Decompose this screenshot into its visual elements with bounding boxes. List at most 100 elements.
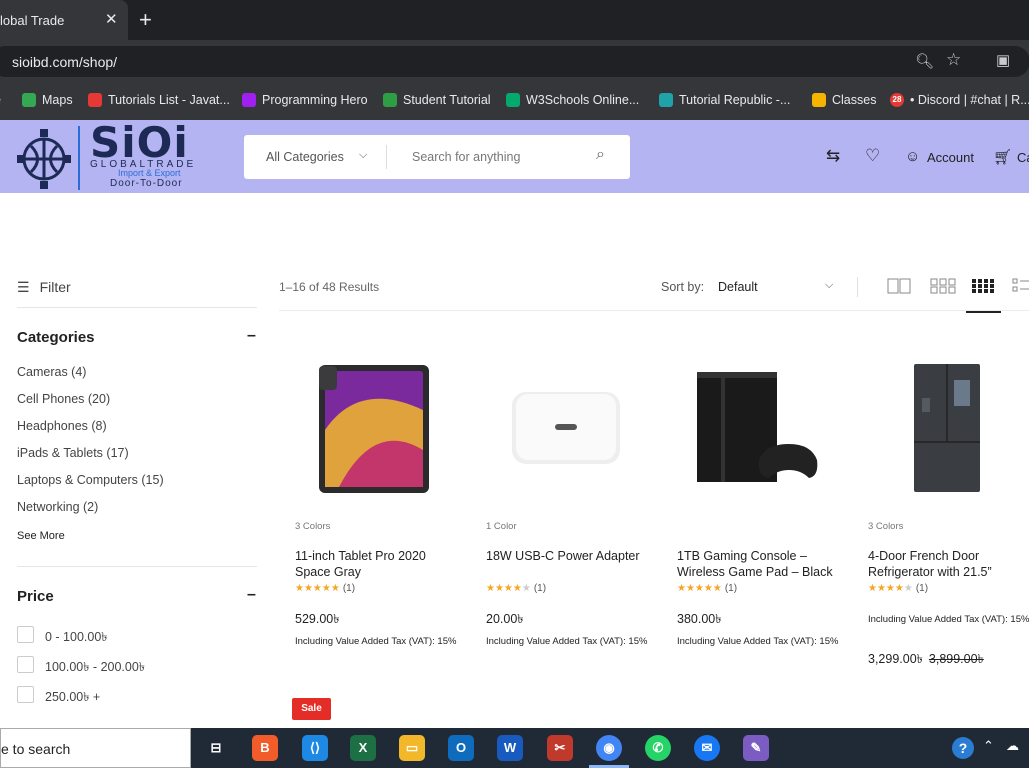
grid-4-columns-icon[interactable] (972, 277, 994, 295)
see-more-link[interactable]: See More (17, 530, 65, 542)
bookmark-discord[interactable]: 28 • Discord | #chat | R... (890, 93, 1029, 107)
product-name[interactable]: 18W USB-C Power Adapter (486, 548, 651, 564)
bookmark-maps[interactable]: Maps (22, 93, 73, 107)
classroom-icon (812, 93, 826, 107)
categories-heading[interactable]: Categories (17, 329, 95, 346)
compare-icon[interactable]: ⇆ (826, 146, 840, 166)
chevron-down-icon[interactable]: ⌵ (825, 279, 833, 292)
rating-stars: ★★★★★ (1) (486, 583, 546, 594)
bookmark-programming-hero[interactable]: Programming Hero (242, 93, 368, 107)
category-select[interactable]: All Categories (266, 150, 344, 164)
help-icon[interactable]: ? (952, 737, 974, 759)
word-icon[interactable]: W (497, 735, 523, 761)
category-item[interactable]: Networking (2) (17, 500, 98, 514)
price-range-label[interactable]: 100.00৳ - 200.00৳ (45, 659, 145, 679)
file-explorer-icon[interactable]: ▭ (399, 735, 425, 761)
sort-label: Sort by: (661, 280, 705, 294)
outlook-icon[interactable]: O (448, 735, 474, 761)
category-item[interactable]: Laptops & Computers (15) (17, 473, 164, 487)
filter-toggle[interactable]: ☰ Filter (17, 279, 71, 296)
product-colors: 3 Colors (295, 521, 331, 532)
collapse-price-icon[interactable]: – (247, 586, 256, 604)
divider (857, 277, 858, 297)
bookmark-label: W3Schools Online... (526, 93, 640, 107)
student-tutorial-icon (383, 93, 397, 107)
camera-icon[interactable]: ▣ (996, 51, 1010, 69)
bookmark-bookmark[interactable]: e (0, 93, 1, 107)
product-image-gaming-console[interactable] (661, 340, 841, 510)
category-item[interactable]: Headphones (8) (17, 419, 107, 433)
cart-icon[interactable]: 🛒︎ (993, 148, 1012, 166)
wishlist-heart-icon[interactable]: ♡ (865, 146, 880, 166)
cart-link[interactable]: Ca (1017, 150, 1029, 165)
url-text: sioibd.com/shop/ (12, 54, 118, 70)
category-item[interactable]: Cell Phones (20) (17, 392, 110, 406)
address-bar-row: sioibd.com/shop/ (0, 40, 1029, 82)
bookmark-javatpoint[interactable]: Tutorials List - Javat... (88, 93, 230, 107)
whatsapp-icon[interactable]: ✆ (645, 735, 671, 761)
task-view-icon[interactable]: ⊟ (203, 735, 229, 761)
messenger-icon[interactable]: ✉ (694, 735, 720, 761)
grid-3-columns-icon[interactable] (930, 277, 956, 295)
snipping-tool-icon[interactable]: ✂ (547, 735, 573, 761)
price-range-label[interactable]: 250.00৳ + (45, 689, 100, 709)
chevron-down-icon[interactable]: ⌵ (359, 149, 367, 162)
product-image-tablet[interactable] (279, 340, 459, 510)
taskbar-search[interactable]: e to search (0, 728, 191, 768)
vat-note: Including Value Added Tax (VAT): 15% (486, 636, 648, 647)
chevron-up-icon[interactable]: ⌃ (983, 738, 994, 754)
account-link[interactable]: Account (927, 150, 974, 165)
bookmark-star-icon[interactable]: ☆ (946, 50, 961, 70)
list-view-icon[interactable] (1012, 277, 1029, 295)
stars-filled: ★★★★ (868, 583, 904, 594)
new-tab-button[interactable]: + (139, 7, 152, 33)
bookmark-student-tutorial[interactable]: Student Tutorial (383, 93, 491, 107)
divider (17, 307, 257, 308)
price-checkbox[interactable] (17, 626, 34, 643)
paint-icon[interactable]: ✎ (743, 735, 769, 761)
javatpoint-icon (88, 93, 102, 107)
product-name[interactable]: 11-inch Tablet Pro 2020 Space Gray (295, 548, 460, 580)
bookmark-label: Programming Hero (262, 93, 368, 107)
product-name[interactable]: 1TB Gaming Console – Wireless Game Pad –… (677, 548, 842, 580)
user-icon[interactable]: ☺ (905, 148, 920, 165)
search-input[interactable]: Search for anything (412, 150, 520, 164)
bookmark-w3schools[interactable]: W3Schools Online... (506, 93, 639, 107)
review-count: (1) (915, 583, 929, 594)
product-image-power-adapter[interactable] (470, 340, 650, 510)
price-range-label[interactable]: 0 - 100.00৳ (45, 629, 108, 649)
old-price: 3,899.00৳ (928, 652, 984, 666)
collapse-categories-icon[interactable]: – (247, 327, 256, 345)
taskbar-search-text: e to search (1, 741, 71, 757)
price-checkbox[interactable] (17, 656, 34, 673)
browser-tab-bar: lobal Trade ✕ + (0, 0, 1029, 40)
programming-hero-icon (242, 93, 256, 107)
review-count: (1) (533, 583, 547, 594)
brave-icon[interactable]: B (252, 735, 278, 761)
sort-select[interactable]: Default (718, 280, 758, 294)
tab-close-icon[interactable]: ✕ (105, 10, 118, 28)
browser-tab[interactable]: lobal Trade ✕ (0, 0, 128, 40)
category-item[interactable]: Cameras (4) (17, 365, 86, 379)
system-tray-icon[interactable]: ☁ (1006, 738, 1019, 754)
bookmark-classroom[interactable]: Classes (812, 93, 876, 107)
search-icon[interactable]: ⌕ (596, 146, 605, 164)
divider (17, 566, 257, 567)
chrome-icon[interactable]: ◉ (596, 735, 622, 761)
vscode-icon[interactable]: ⟨⟩ (302, 735, 328, 761)
bookmark-label: Tutorials List - Javat... (108, 93, 230, 107)
grid-2-columns-icon[interactable] (887, 277, 912, 295)
tutorial-republic-icon (659, 93, 673, 107)
category-item[interactable]: iPads & Tablets (17) (17, 446, 129, 460)
product-price: 3,299.00৳ 3,899.00৳ (868, 651, 984, 671)
price-checkbox[interactable] (17, 686, 34, 703)
bookmark-tutorial-republic[interactable]: Tutorial Republic -... (659, 93, 790, 107)
excel-icon[interactable]: X (350, 735, 376, 761)
results-count: 1–16 of 48 Results (279, 280, 380, 294)
product-name[interactable]: 4-Door French Door Refrigerator with 21.… (868, 548, 1029, 580)
bookmark-label: Tutorial Republic -... (679, 93, 791, 107)
price-heading[interactable]: Price (17, 588, 54, 605)
address-bar[interactable]: sioibd.com/shop/ (0, 46, 1029, 77)
zoom-icon[interactable]: 🔍︎ (915, 52, 934, 70)
product-image-refrigerator[interactable] (852, 340, 1029, 510)
